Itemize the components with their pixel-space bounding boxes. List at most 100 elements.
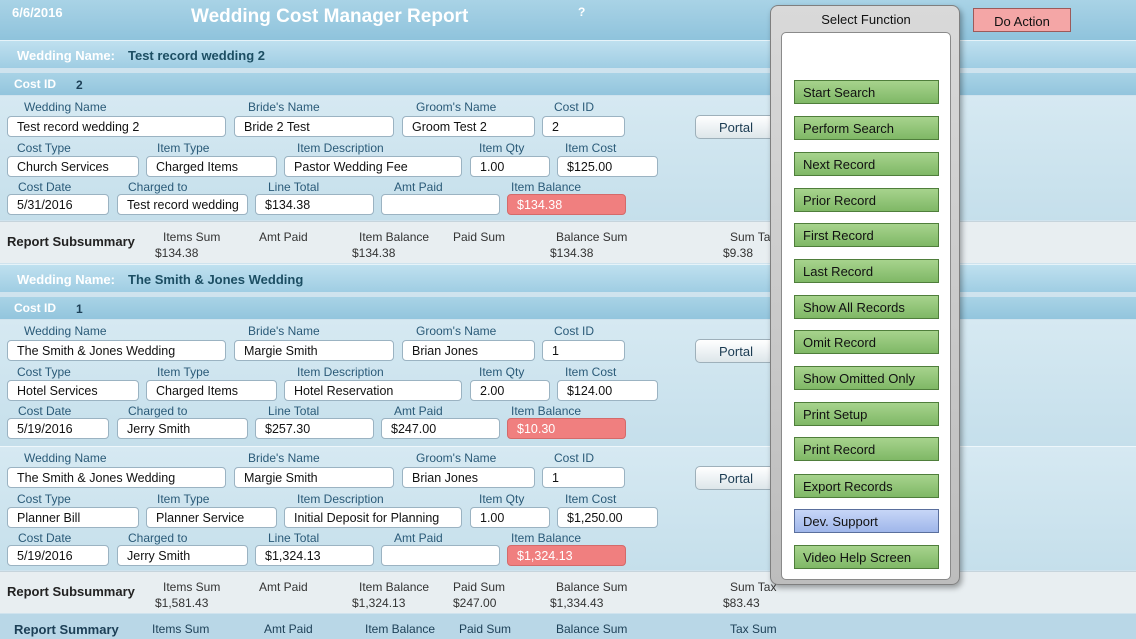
cost-id-field[interactable]: 2 [542, 116, 625, 137]
line-total-label: Line Total [268, 180, 320, 194]
brides-name-field[interactable]: Margie Smith [234, 340, 394, 361]
charged-to-field[interactable]: Test record wedding [117, 194, 248, 215]
amt-paid-field[interactable]: $247.00 [381, 418, 500, 439]
amt-paid-field[interactable] [381, 545, 500, 566]
prior-record-button[interactable]: Prior Record [794, 188, 939, 212]
dev-support-button[interactable]: Dev. Support [794, 509, 939, 533]
portal-button[interactable]: Portal [695, 115, 777, 139]
brides-name-field[interactable]: Bride 2 Test [234, 116, 394, 137]
cost-record: Wedding Name Bride's Name Groom's Name C… [0, 96, 1136, 220]
start-search-button[interactable]: Start Search [794, 80, 939, 104]
item-type-field[interactable]: Charged Items [146, 380, 277, 401]
show-omitted-only-button[interactable]: Show Omitted Only [794, 366, 939, 390]
help-button[interactable]: ? [578, 5, 585, 19]
cost-date-field[interactable]: 5/19/2016 [7, 545, 109, 566]
cost-type-field[interactable]: Church Services [7, 156, 139, 177]
cost-id-field[interactable]: 1 [542, 467, 625, 488]
wedding-name-field[interactable]: The Smith & Jones Wedding [7, 340, 226, 361]
item-cost-label: Item Cost [565, 141, 617, 155]
line-total-field[interactable]: $257.30 [255, 418, 374, 439]
omit-record-button[interactable]: Omit Record [794, 330, 939, 354]
item-type-label: Item Type [157, 492, 210, 506]
cost-record: Wedding Name Bride's Name Groom's Name C… [0, 446, 1136, 570]
item-cost-field[interactable]: $1,250.00 [557, 507, 658, 528]
item-qty-label: Item Qty [479, 141, 525, 155]
wedding-name-label: Wedding Name [24, 451, 107, 465]
cost-date-field[interactable]: 5/19/2016 [7, 418, 109, 439]
item-qty-field[interactable]: 2.00 [470, 380, 550, 401]
sum-tax-value: $83.43 [723, 596, 760, 610]
first-record-button[interactable]: First Record [794, 223, 939, 247]
item-qty-field[interactable]: 1.00 [470, 507, 550, 528]
balance-sum-value: $1,334.43 [550, 596, 604, 610]
export-records-button[interactable]: Export Records [794, 474, 939, 498]
grooms-name-field[interactable]: Groom Test 2 [402, 116, 535, 137]
wedding-name-bar-label: Wedding Name: [17, 48, 115, 63]
amt-paid-field[interactable] [381, 194, 500, 215]
item-balance-field[interactable]: $134.38 [507, 194, 626, 215]
items-sum-value: $1,581.43 [155, 596, 209, 610]
charged-to-field[interactable]: Jerry Smith [117, 545, 248, 566]
brides-name-field[interactable]: Margie Smith [234, 467, 394, 488]
print-record-button[interactable]: Print Record [794, 437, 939, 461]
grooms-name-field[interactable]: Brian Jones [402, 467, 535, 488]
item-type-field[interactable]: Planner Service [146, 507, 277, 528]
amt-paid-label: Amt Paid [394, 404, 443, 418]
report-subsummary: Report Subsummary Items Sum Amt Paid Ite… [0, 571, 1136, 613]
sum-tax-value: $9.38 [723, 246, 754, 260]
cost-id-bar: Cost ID 1 [0, 297, 1136, 319]
cost-type-field[interactable]: Hotel Services [7, 380, 139, 401]
last-record-button[interactable]: Last Record [794, 259, 939, 283]
item-type-field[interactable]: Charged Items [146, 156, 277, 177]
wedding-name-bar-value: Test record wedding 2 [128, 48, 266, 63]
cost-record: Wedding Name Bride's Name Groom's Name C… [0, 320, 1136, 446]
cost-date-field[interactable]: 5/31/2016 [7, 194, 109, 215]
brides-name-label: Bride's Name [248, 100, 320, 114]
item-description-label: Item Description [297, 365, 384, 379]
item-type-label: Item Type [157, 365, 210, 379]
charged-to-field[interactable]: Jerry Smith [117, 418, 248, 439]
wedding-name-bar: Wedding Name: Test record wedding 2 [0, 40, 1136, 68]
report-date: 6/6/2016 [12, 5, 63, 20]
item-balance-sum-label: Item Balance [359, 580, 430, 594]
line-total-field[interactable]: $134.38 [255, 194, 374, 215]
line-total-label: Line Total [268, 404, 320, 418]
grooms-name-field[interactable]: Brian Jones [402, 340, 535, 361]
summary-balance-sum-label: Balance Sum [556, 622, 628, 636]
charged-to-label: Charged to [128, 531, 188, 545]
item-balance-field[interactable]: $10.30 [507, 418, 626, 439]
wedding-name-field[interactable]: The Smith & Jones Wedding [7, 467, 226, 488]
cost-id-field[interactable]: 1 [542, 340, 625, 361]
perform-search-button[interactable]: Perform Search [794, 116, 939, 140]
item-balance-field[interactable]: $1,324.13 [507, 545, 626, 566]
item-qty-label: Item Qty [479, 492, 525, 506]
line-total-field[interactable]: $1,324.13 [255, 545, 374, 566]
do-action-button[interactable]: Do Action [973, 8, 1071, 32]
next-record-button[interactable]: Next Record [794, 152, 939, 176]
cost-type-field[interactable]: Planner Bill [7, 507, 139, 528]
item-cost-field[interactable]: $125.00 [557, 156, 658, 177]
wedding-name-bar-value: The Smith & Jones Wedding [128, 272, 304, 287]
item-description-field[interactable]: Pastor Wedding Fee [284, 156, 462, 177]
grooms-name-label: Groom's Name [416, 100, 497, 114]
item-balance-label: Item Balance [511, 180, 582, 194]
cost-id-label: Cost ID [554, 324, 595, 338]
item-description-label: Item Description [297, 492, 384, 506]
wedding-name-bar-label: Wedding Name: [17, 272, 115, 287]
portal-button[interactable]: Portal [695, 339, 777, 363]
item-description-field[interactable]: Initial Deposit for Planning [284, 507, 462, 528]
summary-tax-sum-label: Tax Sum [730, 622, 777, 636]
report-subsummary: Report Subsummary Items Sum Amt Paid Ite… [0, 221, 1136, 263]
video-help-screen-button[interactable]: Video Help Screen [794, 545, 939, 569]
item-qty-field[interactable]: 1.00 [470, 156, 550, 177]
item-description-label: Item Description [297, 141, 384, 155]
item-balance-label: Item Balance [511, 531, 582, 545]
item-description-field[interactable]: Hotel Reservation [284, 380, 462, 401]
print-setup-button[interactable]: Print Setup [794, 402, 939, 426]
item-cost-field[interactable]: $124.00 [557, 380, 658, 401]
line-total-label: Line Total [268, 531, 320, 545]
amt-paid-label: Amt Paid [394, 180, 443, 194]
show-all-records-button[interactable]: Show All Records [794, 295, 939, 319]
portal-button[interactable]: Portal [695, 466, 777, 490]
wedding-name-field[interactable]: Test record wedding 2 [7, 116, 226, 137]
